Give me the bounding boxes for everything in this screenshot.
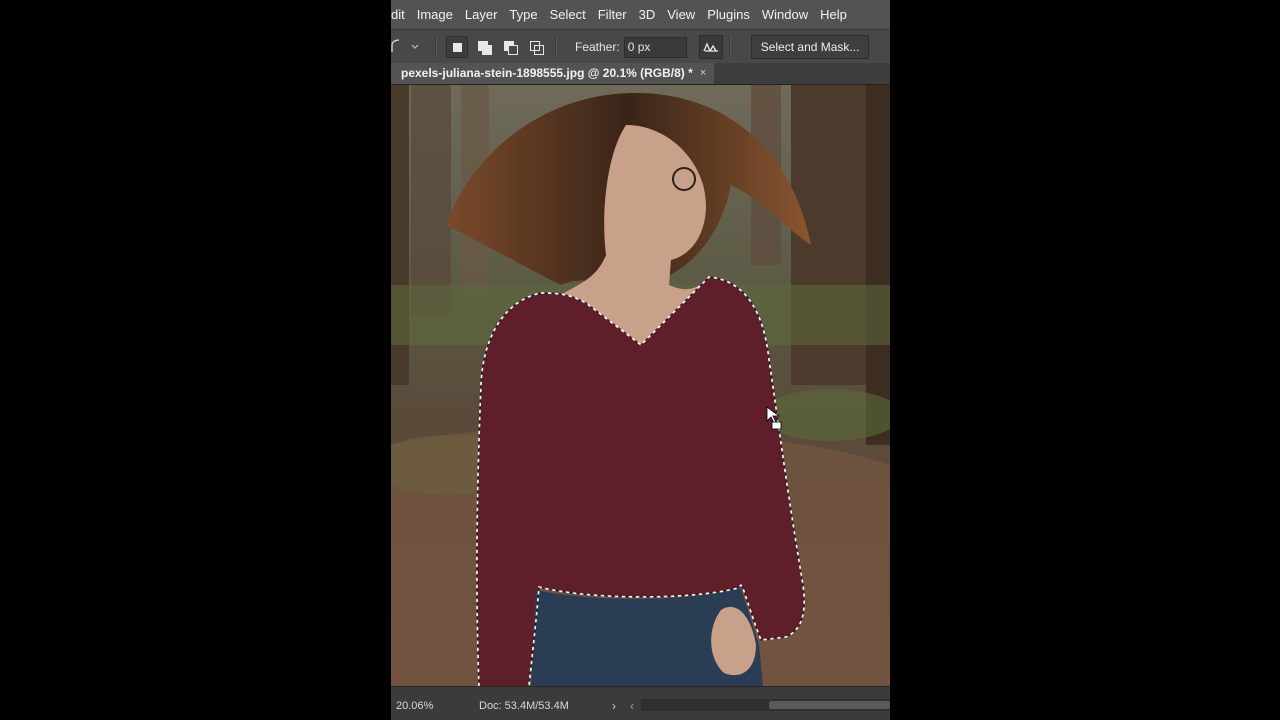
status-bar: 20.06% Doc: 53.4M/53.4M › ‹ [391,686,890,720]
divider [555,36,557,58]
select-and-mask-button[interactable]: Select and Mask... [750,35,870,59]
doc-size: Doc: 53.4M/53.4M [479,700,569,712]
new-selection-icon[interactable] [446,36,468,58]
chevron-right-icon[interactable]: › [612,699,616,713]
menu-filter[interactable]: Filter [592,0,633,29]
menu-edit[interactable]: dit [391,0,411,29]
add-to-selection-icon[interactable] [474,37,494,57]
document-tab-bar: pexels-juliana-stein-1898555.jpg @ 20.1%… [391,63,890,85]
lasso-icon[interactable] [391,38,403,56]
divider [435,36,437,58]
anti-alias-icon[interactable] [698,35,723,59]
menu-help[interactable]: Help [814,0,853,29]
menu-layer[interactable]: Layer [459,0,504,29]
menu-select[interactable]: Select [544,0,592,29]
menu-bar: dit Image Layer Type Select Filter 3D Vi… [391,0,890,29]
chevron-down-icon[interactable] [411,42,419,52]
zoom-level[interactable]: 20.06% [396,700,433,712]
feather-label: Feather: [575,40,620,54]
menu-view[interactable]: View [661,0,701,29]
photoshop-window: dit Image Layer Type Select Filter 3D Vi… [391,0,890,720]
feather-input[interactable]: 0 px [623,36,687,58]
menu-plugins[interactable]: Plugins [701,0,756,29]
photo [391,85,890,686]
menu-image[interactable]: Image [411,0,459,29]
document-tab[interactable]: pexels-juliana-stein-1898555.jpg @ 20.1%… [391,63,715,84]
divider [728,36,731,58]
document-tab-title: pexels-juliana-stein-1898555.jpg @ 20.1%… [401,66,693,80]
menu-type[interactable]: Type [503,0,543,29]
chevron-left-icon[interactable]: ‹ [630,699,634,713]
close-icon[interactable]: × [700,63,706,84]
menu-3d[interactable]: 3D [633,0,662,29]
intersect-selection-icon[interactable] [526,37,546,57]
subtract-from-selection-icon[interactable] [500,37,520,57]
scrollbar-thumb[interactable] [769,701,890,709]
options-bar: Feather: 0 px Select and Mask... [391,29,890,64]
menu-window[interactable]: Window [756,0,814,29]
horizontal-scrollbar[interactable] [641,699,890,711]
document-canvas[interactable] [391,85,890,686]
